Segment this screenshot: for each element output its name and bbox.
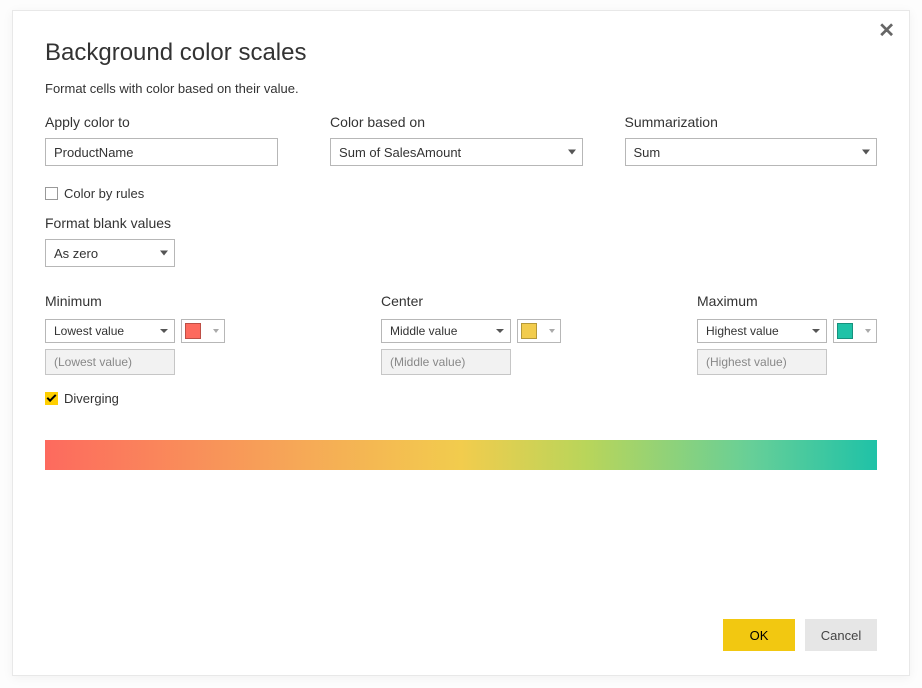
chevron-down-icon — [812, 329, 820, 333]
center-column: Center Middle value (Middle value) — [381, 293, 561, 375]
minimum-readonly-value: (Lowest value) — [45, 349, 175, 375]
top-fields-row: Apply color to Color based on Sum of Sal… — [45, 114, 877, 166]
minimum-select-value: Lowest value — [54, 324, 124, 338]
color-by-rules-label: Color by rules — [64, 186, 144, 201]
dialog-title: Background color scales — [45, 39, 877, 67]
cancel-button[interactable]: Cancel — [805, 619, 877, 651]
format-blank-values-value: As zero — [54, 246, 98, 261]
diverging-checkbox[interactable] — [45, 392, 58, 405]
color-based-on-select[interactable]: Sum of SalesAmount — [330, 138, 582, 166]
minimum-color-swatch — [185, 323, 201, 339]
chevron-down-icon — [549, 329, 555, 333]
center-readonly-value: (Middle value) — [381, 349, 511, 375]
close-icon[interactable]: ✕ — [878, 21, 895, 41]
summarization-value: Sum — [634, 145, 661, 160]
maximum-color-picker[interactable] — [833, 319, 877, 343]
minimum-color-picker[interactable] — [181, 319, 225, 343]
chevron-down-icon — [213, 329, 219, 333]
chevron-down-icon — [160, 329, 168, 333]
background-color-scales-dialog: ✕ Background color scales Format cells w… — [12, 10, 910, 676]
summarization-column: Summarization Sum — [625, 114, 877, 166]
summarization-select[interactable]: Sum — [625, 138, 877, 166]
color-based-on-label: Color based on — [330, 114, 582, 130]
diverging-row: Diverging — [45, 391, 877, 406]
chevron-down-icon — [496, 329, 504, 333]
dialog-subtitle: Format cells with color based on their v… — [45, 81, 877, 96]
apply-color-to-column: Apply color to — [45, 114, 278, 166]
chevron-down-icon — [865, 329, 871, 333]
dialog-footer: OK Cancel — [723, 619, 877, 651]
maximum-select-value: Highest value — [706, 324, 779, 338]
format-blank-values-label: Format blank values — [45, 215, 877, 231]
apply-color-to-label: Apply color to — [45, 114, 278, 130]
minimum-column: Minimum Lowest value (Lowest value) — [45, 293, 225, 375]
center-value-select[interactable]: Middle value — [381, 319, 511, 343]
maximum-readonly-value: (Highest value) — [697, 349, 827, 375]
chevron-down-icon — [568, 150, 576, 155]
ok-button[interactable]: OK — [723, 619, 795, 651]
maximum-color-swatch — [837, 323, 853, 339]
format-blank-values-select[interactable]: As zero — [45, 239, 175, 267]
gradient-preview — [45, 440, 877, 470]
summarization-label: Summarization — [625, 114, 877, 130]
minimum-value-select[interactable]: Lowest value — [45, 319, 175, 343]
min-center-max-row: Minimum Lowest value (Lowest value) Cent… — [45, 293, 877, 375]
chevron-down-icon — [160, 251, 168, 256]
minimum-label: Minimum — [45, 293, 225, 309]
color-by-rules-row: Color by rules — [45, 186, 877, 201]
maximum-column: Maximum Highest value (Highest value) — [697, 293, 877, 375]
center-label: Center — [381, 293, 561, 309]
maximum-value-select[interactable]: Highest value — [697, 319, 827, 343]
center-color-picker[interactable] — [517, 319, 561, 343]
center-select-value: Middle value — [390, 324, 457, 338]
diverging-label: Diverging — [64, 391, 119, 406]
color-based-on-value: Sum of SalesAmount — [339, 145, 461, 160]
apply-color-to-input[interactable] — [45, 138, 278, 166]
center-color-swatch — [521, 323, 537, 339]
color-by-rules-checkbox[interactable] — [45, 187, 58, 200]
chevron-down-icon — [862, 150, 870, 155]
color-based-on-column: Color based on Sum of SalesAmount — [330, 114, 582, 166]
maximum-label: Maximum — [697, 293, 877, 309]
